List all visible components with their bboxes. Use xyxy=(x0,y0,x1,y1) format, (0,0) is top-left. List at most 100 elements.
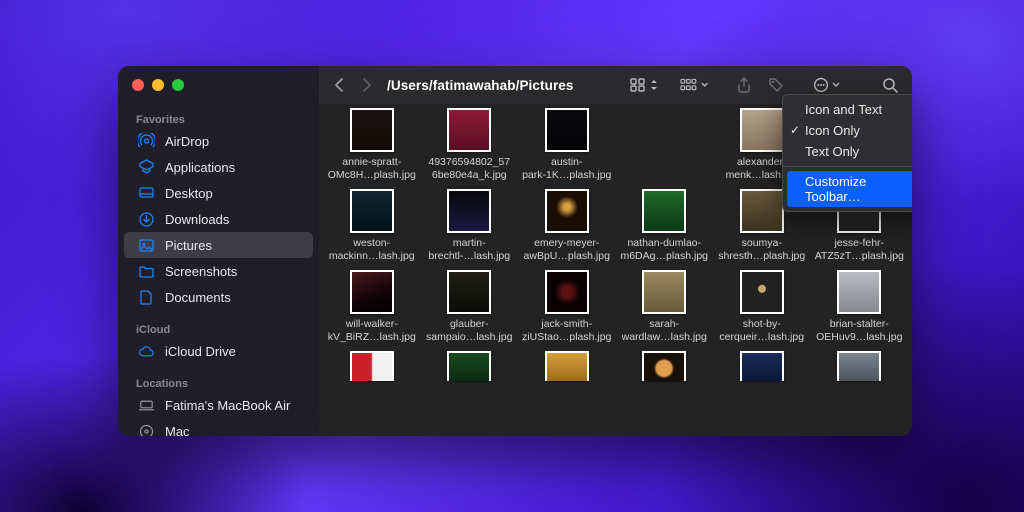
thumbnail xyxy=(447,189,491,233)
sidebar-item-downloads[interactable]: Downloads xyxy=(124,206,313,232)
sidebar-item-documents[interactable]: Documents xyxy=(124,284,313,310)
disk-icon xyxy=(138,423,155,437)
sidebar-item-label: Screenshots xyxy=(165,264,237,279)
thumbnail xyxy=(837,270,881,314)
icloud-icon xyxy=(138,343,155,360)
sidebar-item-macbook-air[interactable]: Fatima's MacBook Air xyxy=(124,392,313,418)
file-name: brian-stalter-OEHuv9…lash.jpg xyxy=(816,318,902,343)
sidebar-section-heading: iCloud xyxy=(118,318,319,338)
sidebar-item-label: Applications xyxy=(165,160,235,175)
file-cell[interactable] xyxy=(811,351,909,381)
applications-icon xyxy=(138,159,155,176)
file-cell[interactable]: brian-stalter-OEHuv9…lash.jpg xyxy=(811,270,909,343)
file-name: glauber-sampaio…lash.jpg xyxy=(426,318,512,343)
file-cell[interactable]: glauber-sampaio…lash.jpg xyxy=(421,270,519,343)
thumbnail xyxy=(545,189,589,233)
sidebar-item-applications[interactable]: Applications xyxy=(124,154,313,180)
desktop-icon xyxy=(138,185,155,202)
thumbnail xyxy=(350,189,394,233)
thumbnail xyxy=(740,270,784,314)
file-cell[interactable]: shot-by-cerqueir…lash.jpg xyxy=(713,270,811,343)
thumbnail xyxy=(545,108,589,152)
sidebar: Favorites AirDrop Applications Desktop D… xyxy=(118,66,319,436)
file-cell[interactable]: 49376594802_576be80e4a_k.jpg xyxy=(421,108,519,181)
sidebar-item-screenshots[interactable]: Screenshots xyxy=(124,258,313,284)
finder-window: /Users/fatimawahab/Pictures xyxy=(118,66,912,436)
traffic-lights xyxy=(118,79,184,91)
file-cell[interactable]: emery-meyer-awBpU…plash.jpg xyxy=(518,189,616,262)
forward-button[interactable] xyxy=(355,73,379,97)
sidebar-item-mac[interactable]: Mac xyxy=(124,418,313,436)
pictures-icon xyxy=(138,237,155,254)
file-name: emery-meyer-awBpU…plash.jpg xyxy=(524,237,610,262)
sidebar-item-label: Documents xyxy=(165,290,231,305)
menu-item-icon-only[interactable]: Icon Only xyxy=(783,120,912,141)
sidebar-item-label: Pictures xyxy=(165,238,212,253)
thumbnail xyxy=(545,351,589,381)
thumbnail xyxy=(447,108,491,152)
file-cell[interactable]: sarah-wardlaw…lash.jpg xyxy=(616,270,714,343)
file-cell[interactable]: martin-brechtl-…lash.jpg xyxy=(421,189,519,262)
file-cell[interactable]: weston-mackinn…lash.jpg xyxy=(323,189,421,262)
toolbar-context-menu: Icon and Text Icon Only Text Only Custom… xyxy=(782,94,912,212)
file-cell[interactable]: will-walker-kV_BiRZ…lash.jpg xyxy=(323,270,421,343)
thumbnail xyxy=(447,351,491,381)
file-cell[interactable] xyxy=(421,351,519,381)
file-name: 49376594802_576be80e4a_k.jpg xyxy=(428,156,510,181)
back-button[interactable] xyxy=(327,73,351,97)
file-cell[interactable] xyxy=(616,351,714,381)
thumbnail xyxy=(837,351,881,381)
file-name: austin-park-1K…plash.jpg xyxy=(522,156,611,181)
thumbnail xyxy=(350,270,394,314)
group-by-button[interactable] xyxy=(680,73,708,97)
menu-item-text-only[interactable]: Text Only xyxy=(783,141,912,162)
file-cell[interactable]: nathan-dumlao-m6DAg…plash.jpg xyxy=(616,189,714,262)
sidebar-item-icloud-drive[interactable]: iCloud Drive xyxy=(124,338,313,364)
sidebar-item-desktop[interactable]: Desktop xyxy=(124,180,313,206)
menu-item-icon-and-text[interactable]: Icon and Text xyxy=(783,99,912,120)
sidebar-item-pictures[interactable]: Pictures xyxy=(124,232,313,258)
folder-icon xyxy=(138,263,155,280)
thumbnail xyxy=(740,189,784,233)
file-name: weston-mackinn…lash.jpg xyxy=(329,237,415,262)
thumbnail xyxy=(350,351,394,381)
menu-item-customize-toolbar[interactable]: Customize Toolbar… xyxy=(787,171,912,207)
thumbnail xyxy=(447,270,491,314)
file-name: jack-smith-ziUStao…plash.jpg xyxy=(522,318,611,343)
zoom-icon[interactable] xyxy=(172,79,184,91)
sidebar-item-label: Mac xyxy=(165,424,190,437)
menu-separator xyxy=(783,166,912,167)
file-cell[interactable] xyxy=(616,108,714,181)
thumbnail xyxy=(350,108,394,152)
file-name: nathan-dumlao-m6DAg…plash.jpg xyxy=(620,237,708,262)
sidebar-section-heading: Favorites xyxy=(118,108,319,128)
file-name: soumya-shresth…plash.jpg xyxy=(718,237,805,262)
thumbnail xyxy=(642,351,686,381)
airdrop-icon xyxy=(138,133,155,150)
thumbnail xyxy=(642,189,686,233)
file-name: sarah-wardlaw…lash.jpg xyxy=(622,318,707,343)
downloads-icon xyxy=(138,211,155,228)
path-title: /Users/fatimawahab/Pictures xyxy=(387,78,574,93)
sidebar-item-airdrop[interactable]: AirDrop xyxy=(124,128,313,154)
file-cell[interactable] xyxy=(323,351,421,381)
file-cell[interactable]: jack-smith-ziUStao…plash.jpg xyxy=(518,270,616,343)
sidebar-section-heading: Locations xyxy=(118,372,319,392)
share-button[interactable] xyxy=(730,73,758,97)
sidebar-item-label: AirDrop xyxy=(165,134,209,149)
file-cell[interactable]: annie-spratt-OMc8H…plash.jpg xyxy=(323,108,421,181)
file-cell[interactable] xyxy=(518,351,616,381)
thumbnail xyxy=(545,270,589,314)
file-cell[interactable]: austin-park-1K…plash.jpg xyxy=(518,108,616,181)
sidebar-item-label: Desktop xyxy=(165,186,213,201)
file-name: jesse-fehr-ATZ5zT…plash.jpg xyxy=(815,237,904,262)
sidebar-item-label: Downloads xyxy=(165,212,229,227)
file-name: will-walker-kV_BiRZ…lash.jpg xyxy=(328,318,416,343)
close-icon[interactable] xyxy=(132,79,144,91)
laptop-icon xyxy=(138,397,155,414)
thumbnail xyxy=(740,351,784,381)
file-name: annie-spratt-OMc8H…plash.jpg xyxy=(328,156,416,181)
view-icon-grid-button[interactable] xyxy=(630,73,658,97)
minimize-icon[interactable] xyxy=(152,79,164,91)
file-cell[interactable] xyxy=(713,351,811,381)
